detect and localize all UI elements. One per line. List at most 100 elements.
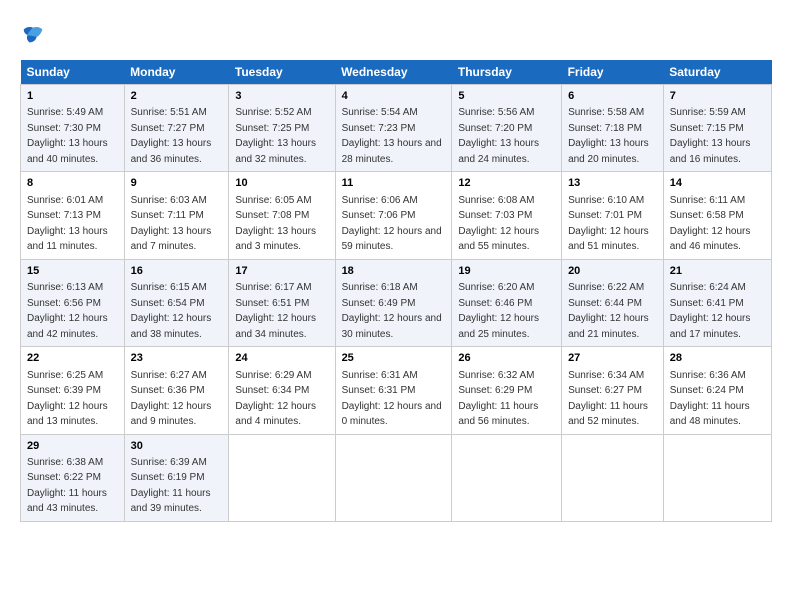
calendar-cell: 17 Sunrise: 6:17 AMSunset: 6:51 PMDaylig… xyxy=(229,259,335,346)
calendar-cell: 14 Sunrise: 6:11 AMSunset: 6:58 PMDaylig… xyxy=(663,172,771,259)
calendar-cell: 8 Sunrise: 6:01 AMSunset: 7:13 PMDayligh… xyxy=(21,172,125,259)
cell-info: Sunrise: 6:03 AMSunset: 7:11 PMDaylight:… xyxy=(131,195,212,253)
cell-info: Sunrise: 5:59 AMSunset: 7:15 PMDaylight:… xyxy=(670,107,751,165)
calendar-week-row: 15 Sunrise: 6:13 AMSunset: 6:56 PMDaylig… xyxy=(21,259,772,346)
cell-info: Sunrise: 6:36 AMSunset: 6:24 PMDaylight:… xyxy=(670,370,750,428)
calendar-cell: 26 Sunrise: 6:32 AMSunset: 6:29 PMDaylig… xyxy=(452,347,562,434)
header xyxy=(20,18,772,50)
day-number: 11 xyxy=(342,176,446,191)
calendar-cell xyxy=(229,434,335,521)
day-number: 27 xyxy=(568,351,657,366)
day-number: 10 xyxy=(235,176,328,191)
cell-info: Sunrise: 5:58 AMSunset: 7:18 PMDaylight:… xyxy=(568,107,649,165)
page: SundayMondayTuesdayWednesdayThursdayFrid… xyxy=(0,0,792,532)
cell-info: Sunrise: 6:01 AMSunset: 7:13 PMDaylight:… xyxy=(27,195,108,253)
cell-info: Sunrise: 5:49 AMSunset: 7:30 PMDaylight:… xyxy=(27,107,108,165)
day-number: 22 xyxy=(27,351,118,366)
calendar-cell: 9 Sunrise: 6:03 AMSunset: 7:11 PMDayligh… xyxy=(124,172,229,259)
day-number: 6 xyxy=(568,89,657,104)
calendar-cell: 20 Sunrise: 6:22 AMSunset: 6:44 PMDaylig… xyxy=(562,259,664,346)
day-number: 1 xyxy=(27,89,118,104)
day-number: 25 xyxy=(342,351,446,366)
cell-info: Sunrise: 6:24 AMSunset: 6:41 PMDaylight:… xyxy=(670,282,751,340)
day-number: 8 xyxy=(27,176,118,191)
weekday-header: Monday xyxy=(124,60,229,85)
calendar-cell: 27 Sunrise: 6:34 AMSunset: 6:27 PMDaylig… xyxy=(562,347,664,434)
calendar-cell: 30 Sunrise: 6:39 AMSunset: 6:19 PMDaylig… xyxy=(124,434,229,521)
day-number: 2 xyxy=(131,89,223,104)
calendar-cell: 15 Sunrise: 6:13 AMSunset: 6:56 PMDaylig… xyxy=(21,259,125,346)
cell-info: Sunrise: 6:32 AMSunset: 6:29 PMDaylight:… xyxy=(458,370,538,428)
calendar-week-row: 8 Sunrise: 6:01 AMSunset: 7:13 PMDayligh… xyxy=(21,172,772,259)
calendar-week-row: 22 Sunrise: 6:25 AMSunset: 6:39 PMDaylig… xyxy=(21,347,772,434)
weekday-header: Friday xyxy=(562,60,664,85)
calendar-cell: 4 Sunrise: 5:54 AMSunset: 7:23 PMDayligh… xyxy=(335,85,452,172)
calendar-cell xyxy=(452,434,562,521)
calendar-cell: 19 Sunrise: 6:20 AMSunset: 6:46 PMDaylig… xyxy=(452,259,562,346)
day-number: 17 xyxy=(235,264,328,279)
day-number: 28 xyxy=(670,351,765,366)
calendar-cell: 5 Sunrise: 5:56 AMSunset: 7:20 PMDayligh… xyxy=(452,85,562,172)
weekday-header: Wednesday xyxy=(335,60,452,85)
day-number: 19 xyxy=(458,264,555,279)
day-number: 29 xyxy=(27,439,118,454)
day-number: 23 xyxy=(131,351,223,366)
cell-info: Sunrise: 6:22 AMSunset: 6:44 PMDaylight:… xyxy=(568,282,649,340)
calendar-cell: 2 Sunrise: 5:51 AMSunset: 7:27 PMDayligh… xyxy=(124,85,229,172)
cell-info: Sunrise: 6:11 AMSunset: 6:58 PMDaylight:… xyxy=(670,195,751,253)
header-row: SundayMondayTuesdayWednesdayThursdayFrid… xyxy=(21,60,772,85)
day-number: 4 xyxy=(342,89,446,104)
calendar-cell: 21 Sunrise: 6:24 AMSunset: 6:41 PMDaylig… xyxy=(663,259,771,346)
cell-info: Sunrise: 6:29 AMSunset: 6:34 PMDaylight:… xyxy=(235,370,316,428)
calendar-cell: 13 Sunrise: 6:10 AMSunset: 7:01 PMDaylig… xyxy=(562,172,664,259)
weekday-header: Sunday xyxy=(21,60,125,85)
calendar-cell: 16 Sunrise: 6:15 AMSunset: 6:54 PMDaylig… xyxy=(124,259,229,346)
calendar-cell: 12 Sunrise: 6:08 AMSunset: 7:03 PMDaylig… xyxy=(452,172,562,259)
calendar-cell: 28 Sunrise: 6:36 AMSunset: 6:24 PMDaylig… xyxy=(663,347,771,434)
cell-info: Sunrise: 6:13 AMSunset: 6:56 PMDaylight:… xyxy=(27,282,108,340)
calendar-cell: 1 Sunrise: 5:49 AMSunset: 7:30 PMDayligh… xyxy=(21,85,125,172)
cell-info: Sunrise: 6:34 AMSunset: 6:27 PMDaylight:… xyxy=(568,370,648,428)
calendar-cell: 24 Sunrise: 6:29 AMSunset: 6:34 PMDaylig… xyxy=(229,347,335,434)
cell-info: Sunrise: 6:31 AMSunset: 6:31 PMDaylight:… xyxy=(342,370,442,428)
calendar-cell: 10 Sunrise: 6:05 AMSunset: 7:08 PMDaylig… xyxy=(229,172,335,259)
cell-info: Sunrise: 6:39 AMSunset: 6:19 PMDaylight:… xyxy=(131,457,211,515)
cell-info: Sunrise: 5:56 AMSunset: 7:20 PMDaylight:… xyxy=(458,107,539,165)
calendar-cell xyxy=(663,434,771,521)
day-number: 5 xyxy=(458,89,555,104)
cell-info: Sunrise: 6:18 AMSunset: 6:49 PMDaylight:… xyxy=(342,282,442,340)
cell-info: Sunrise: 6:27 AMSunset: 6:36 PMDaylight:… xyxy=(131,370,212,428)
cell-info: Sunrise: 6:08 AMSunset: 7:03 PMDaylight:… xyxy=(458,195,539,253)
calendar-cell: 22 Sunrise: 6:25 AMSunset: 6:39 PMDaylig… xyxy=(21,347,125,434)
calendar-cell: 18 Sunrise: 6:18 AMSunset: 6:49 PMDaylig… xyxy=(335,259,452,346)
calendar-cell: 29 Sunrise: 6:38 AMSunset: 6:22 PMDaylig… xyxy=(21,434,125,521)
day-number: 24 xyxy=(235,351,328,366)
calendar-table: SundayMondayTuesdayWednesdayThursdayFrid… xyxy=(20,60,772,522)
cell-info: Sunrise: 6:20 AMSunset: 6:46 PMDaylight:… xyxy=(458,282,539,340)
calendar-week-row: 29 Sunrise: 6:38 AMSunset: 6:22 PMDaylig… xyxy=(21,434,772,521)
calendar-cell: 11 Sunrise: 6:06 AMSunset: 7:06 PMDaylig… xyxy=(335,172,452,259)
weekday-header: Tuesday xyxy=(229,60,335,85)
day-number: 7 xyxy=(670,89,765,104)
day-number: 30 xyxy=(131,439,223,454)
cell-info: Sunrise: 5:52 AMSunset: 7:25 PMDaylight:… xyxy=(235,107,316,165)
cell-info: Sunrise: 6:06 AMSunset: 7:06 PMDaylight:… xyxy=(342,195,442,253)
day-number: 15 xyxy=(27,264,118,279)
calendar-cell xyxy=(335,434,452,521)
calendar-cell xyxy=(562,434,664,521)
cell-info: Sunrise: 6:25 AMSunset: 6:39 PMDaylight:… xyxy=(27,370,108,428)
cell-info: Sunrise: 6:10 AMSunset: 7:01 PMDaylight:… xyxy=(568,195,649,253)
calendar-cell: 6 Sunrise: 5:58 AMSunset: 7:18 PMDayligh… xyxy=(562,85,664,172)
day-number: 3 xyxy=(235,89,328,104)
day-number: 26 xyxy=(458,351,555,366)
logo-icon xyxy=(20,22,48,50)
calendar-cell: 7 Sunrise: 5:59 AMSunset: 7:15 PMDayligh… xyxy=(663,85,771,172)
cell-info: Sunrise: 5:51 AMSunset: 7:27 PMDaylight:… xyxy=(131,107,212,165)
day-number: 16 xyxy=(131,264,223,279)
calendar-cell: 3 Sunrise: 5:52 AMSunset: 7:25 PMDayligh… xyxy=(229,85,335,172)
cell-info: Sunrise: 6:05 AMSunset: 7:08 PMDaylight:… xyxy=(235,195,316,253)
calendar-cell: 23 Sunrise: 6:27 AMSunset: 6:36 PMDaylig… xyxy=(124,347,229,434)
day-number: 18 xyxy=(342,264,446,279)
day-number: 14 xyxy=(670,176,765,191)
day-number: 21 xyxy=(670,264,765,279)
